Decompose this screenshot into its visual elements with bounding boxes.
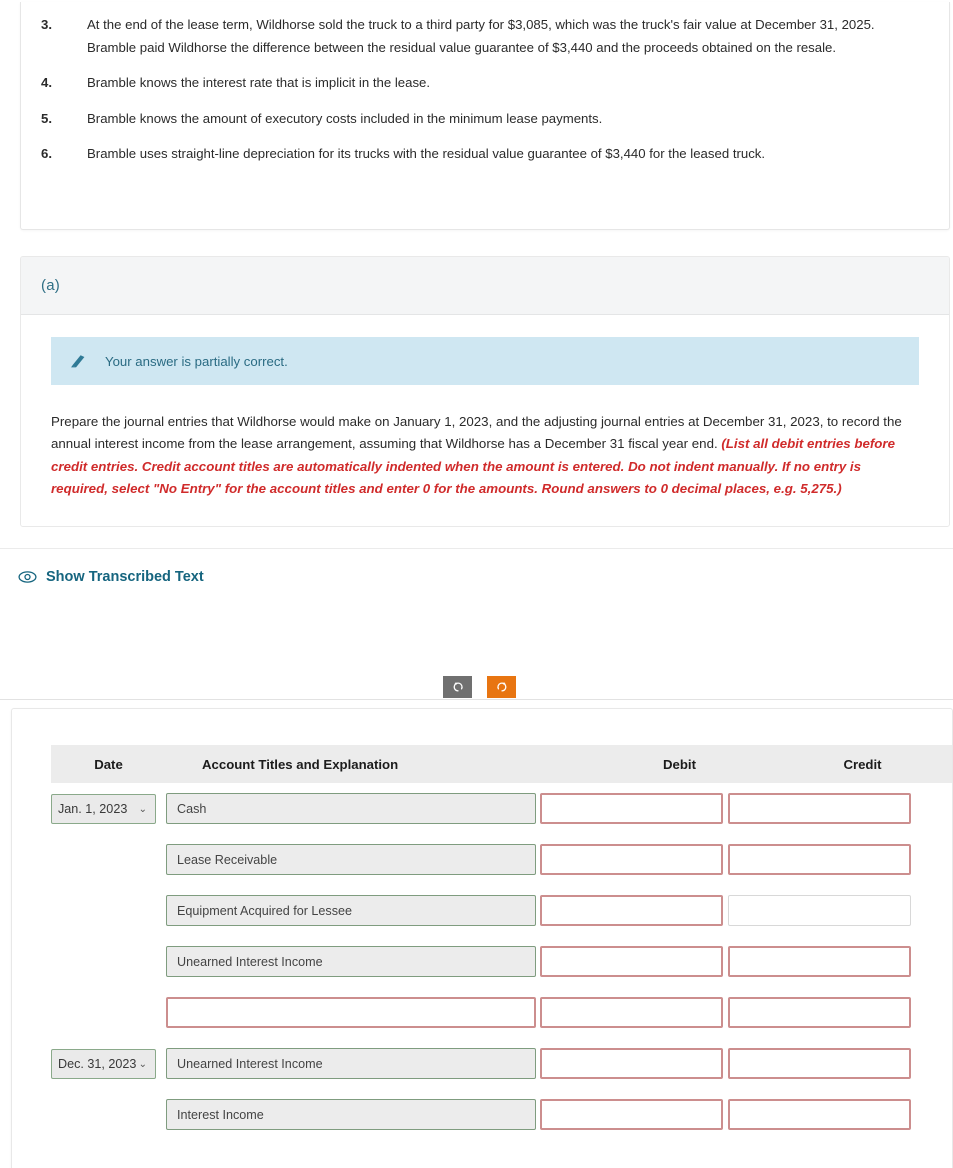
debit-input-4[interactable] (540, 997, 723, 1028)
fact-number: 5. (41, 111, 52, 127)
account-title-input-2[interactable] (166, 895, 536, 926)
journal-entry-card: Date Account Titles and Explanation Debi… (11, 708, 953, 1168)
date-select-5[interactable]: Jan. 1, 2023Dec. 31, 2023 (51, 1048, 156, 1079)
account-cell (166, 997, 540, 1028)
account-cell (166, 1048, 540, 1079)
journal-table-header: Date Account Titles and Explanation Debi… (51, 745, 952, 783)
date-cell: Jan. 1, 2023Dec. 31, 2023⌄ (51, 793, 166, 824)
account-title-input-4[interactable] (166, 997, 536, 1028)
fact-item: 4. Bramble knows the interest rate that … (21, 72, 949, 95)
date-select-0[interactable]: Jan. 1, 2023Dec. 31, 2023 (51, 793, 156, 824)
table-row (51, 987, 952, 1038)
table-row (51, 1089, 952, 1140)
credit-input-6[interactable] (728, 1099, 911, 1130)
debit-cell (540, 1099, 728, 1130)
debit-cell (540, 1048, 728, 1079)
account-cell (166, 946, 540, 977)
part-a-header: (a) (21, 257, 949, 315)
table-row: Jan. 1, 2023Dec. 31, 2023⌄ (51, 1038, 952, 1089)
fact-text: Bramble uses straight-line depreciation … (87, 145, 766, 161)
debit-input-5[interactable] (540, 1048, 723, 1079)
table-row (51, 834, 952, 885)
column-header-debit: Debit (663, 756, 696, 772)
column-header-account: Account Titles and Explanation (202, 756, 399, 772)
debit-input-6[interactable] (540, 1099, 723, 1130)
credit-input-4[interactable] (728, 997, 911, 1028)
editor-tool-buttons (443, 676, 516, 698)
debit-cell (540, 895, 728, 926)
account-title-input-6[interactable] (166, 1099, 536, 1130)
fact-text: Bramble knows the amount of executory co… (87, 111, 603, 127)
undo-button[interactable] (443, 676, 472, 698)
fact-number: 4. (41, 75, 52, 91)
debit-input-1[interactable] (540, 844, 723, 875)
credit-cell (728, 997, 916, 1028)
part-label: (a) (41, 277, 60, 294)
credit-input-2[interactable] (728, 895, 911, 926)
fact-text: At the end of the lease term, Wildhorse … (87, 17, 875, 55)
account-title-input-0[interactable] (166, 793, 536, 824)
date-select-wrapper: Jan. 1, 2023Dec. 31, 2023⌄ (51, 1048, 156, 1079)
column-header-credit: Credit (843, 756, 882, 772)
credit-cell (728, 1099, 916, 1130)
fact-item: 3. At the end of the lease term, Wildhor… (21, 14, 949, 59)
debit-input-2[interactable] (540, 895, 723, 926)
account-cell (166, 895, 540, 926)
journal-row-container: Jan. 1, 2023Dec. 31, 2023⌄Jan. 1, 2023De… (51, 783, 952, 1140)
debit-input-0[interactable] (540, 793, 723, 824)
eye-icon (18, 570, 37, 584)
account-title-input-3[interactable] (166, 946, 536, 977)
credit-cell (728, 895, 916, 926)
date-select-wrapper: Jan. 1, 2023Dec. 31, 2023⌄ (51, 793, 156, 824)
alert-message: Your answer is partially correct. (105, 353, 288, 369)
account-title-input-5[interactable] (166, 1048, 536, 1079)
table-row (51, 885, 952, 936)
part-a-section: (a) Your answer is partially correct. Pr… (20, 256, 950, 528)
table-row (51, 936, 952, 987)
debit-cell (540, 844, 728, 875)
credit-cell (728, 946, 916, 977)
question-prompt: Prepare the journal entries that Wildhor… (51, 411, 919, 500)
debit-cell (540, 793, 728, 824)
show-transcribed-text-label: Show Transcribed Text (46, 568, 204, 585)
date-cell: Jan. 1, 2023Dec. 31, 2023⌄ (51, 1048, 166, 1079)
table-row: Jan. 1, 2023Dec. 31, 2023⌄ (51, 783, 952, 834)
debit-input-3[interactable] (540, 946, 723, 977)
fact-number: 6. (41, 145, 52, 161)
debit-cell (540, 997, 728, 1028)
show-transcribed-text-bar[interactable]: Show Transcribed Text (0, 548, 953, 604)
section-divider (0, 699, 953, 700)
fact-item: 5. Bramble knows the amount of executory… (21, 108, 949, 131)
lease-facts-panel: 3. At the end of the lease term, Wildhor… (20, 2, 950, 230)
fact-text: Bramble knows the interest rate that is … (87, 75, 431, 91)
account-title-input-1[interactable] (166, 844, 536, 875)
account-cell (166, 1099, 540, 1130)
fact-item: 6. Bramble uses straight-line depreciati… (21, 143, 949, 166)
partially-correct-alert: Your answer is partially correct. (51, 337, 919, 385)
redo-arrow-icon (496, 682, 506, 692)
credit-cell (728, 793, 916, 824)
credit-input-1[interactable] (728, 844, 911, 875)
fact-number: 3. (41, 17, 52, 32)
debit-cell (540, 946, 728, 977)
credit-cell (728, 844, 916, 875)
journal-entry-table: Date Account Titles and Explanation Debi… (51, 745, 952, 1140)
credit-input-3[interactable] (728, 946, 911, 977)
eraser-icon (69, 353, 95, 369)
credit-input-0[interactable] (728, 793, 911, 824)
part-a-body: Your answer is partially correct. Prepar… (21, 315, 949, 526)
undo-arrow-icon (453, 682, 463, 692)
redo-button[interactable] (487, 676, 516, 698)
credit-input-5[interactable] (728, 1048, 911, 1079)
account-cell (166, 844, 540, 875)
account-cell (166, 793, 540, 824)
credit-cell (728, 1048, 916, 1079)
column-header-date: Date (94, 756, 123, 772)
